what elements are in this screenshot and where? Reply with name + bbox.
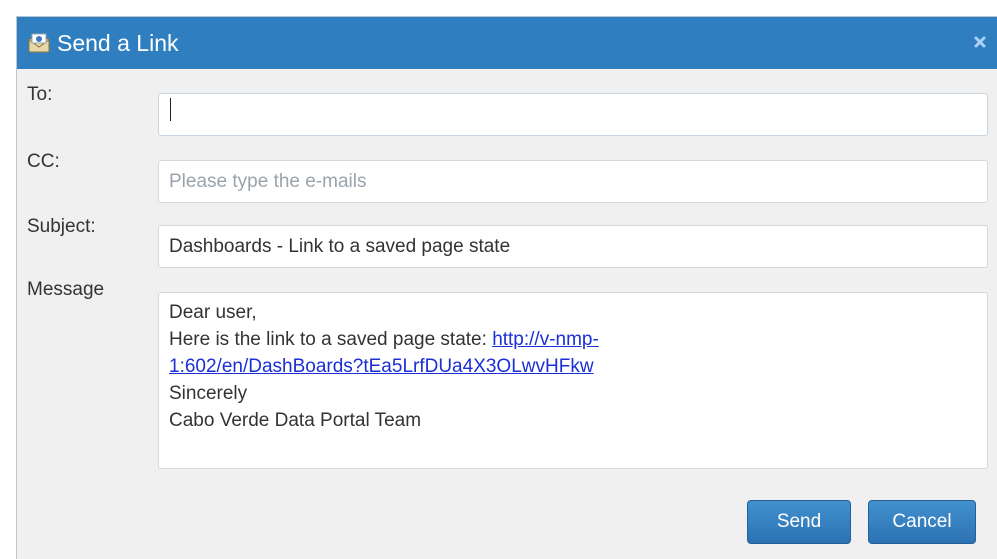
close-icon[interactable] xyxy=(969,31,991,53)
message-intro-line: Here is the link to a saved page state: … xyxy=(169,326,977,353)
envelope-icon xyxy=(27,33,51,53)
to-label: To: xyxy=(27,84,53,105)
send-button[interactable]: Send xyxy=(747,500,851,544)
message-closing: Sincerely xyxy=(169,383,248,404)
subject-field[interactable] xyxy=(158,225,988,268)
cc-field[interactable] xyxy=(158,160,988,203)
dialog-title: Send a Link xyxy=(57,29,179,56)
to-field[interactable] xyxy=(158,93,988,136)
message-label: Message xyxy=(27,279,105,300)
send-link-dialog: Send a Link To: CC: Subject: Message Dea… xyxy=(16,16,997,559)
message-textarea[interactable]: Dear user, Here is the link to a saved p… xyxy=(158,292,988,469)
saved-state-link-part2[interactable]: 1:602/en/DashBoards?tEa5LrfDUa4X3OLwvHFk… xyxy=(169,356,594,377)
text-caret xyxy=(170,98,171,121)
message-link-line: 1:602/en/DashBoards?tEa5LrfDUa4X3OLwvHFk… xyxy=(169,353,977,380)
message-signature: Cabo Verde Data Portal Team xyxy=(169,410,422,431)
dialog-title-bar[interactable]: Send a Link xyxy=(17,17,997,69)
message-greeting: Dear user, xyxy=(169,302,257,323)
cc-label: CC: xyxy=(27,151,60,172)
message-intro: Here is the link to a saved page state: xyxy=(169,329,493,350)
saved-state-link-part1[interactable]: http://v-nmp- xyxy=(492,329,599,350)
cancel-button[interactable]: Cancel xyxy=(868,500,976,544)
subject-label: Subject: xyxy=(27,216,96,237)
